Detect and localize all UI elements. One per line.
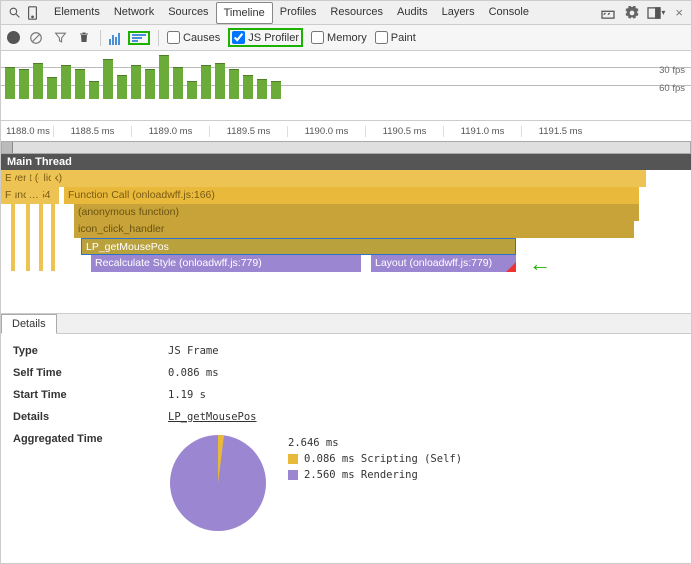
selftime-value: 0.086 ms <box>168 367 219 379</box>
overview-pane[interactable]: 30 fps 60 fps <box>1 51 691 121</box>
details-panel: TypeJS Frame Self Time0.086 ms Start Tim… <box>1 334 691 544</box>
memory-checkbox[interactable]: Memory <box>311 31 367 44</box>
devtools-tab-bar: Elements Network Sources Timeline Profil… <box>1 1 691 25</box>
tab-layers[interactable]: Layers <box>435 2 482 24</box>
tab-resources[interactable]: Resources <box>323 2 390 24</box>
js-profiler-label: JS Profiler <box>248 32 299 44</box>
view-bars-icon[interactable] <box>109 31 120 45</box>
swatch-scripting <box>288 454 298 464</box>
causes-checkbox[interactable]: Causes <box>167 31 220 44</box>
causes-label: Causes <box>183 32 220 44</box>
js-profiler-highlight: JS Profiler <box>228 28 303 47</box>
time-ruler: 1188.0 ms1188.5 ms1189.0 ms1189.5 ms1190… <box>1 121 691 141</box>
device-icon[interactable] <box>23 4 41 22</box>
memory-label: Memory <box>327 32 367 44</box>
legend-rendering: 2.560 ms Rendering <box>304 469 418 481</box>
tab-audits[interactable]: Audits <box>390 2 435 24</box>
overview-scrubber[interactable] <box>1 141 691 154</box>
overview-chart <box>5 53 315 99</box>
flame-layout[interactable]: Layout (onloadwff.js:779) <box>371 255 516 272</box>
flame-event-click[interactable]: Event (click) <box>1 170 646 187</box>
paint-checkbox[interactable]: Paint <box>375 31 416 44</box>
legend-scripting: 0.086 ms Scripting (Self) <box>304 453 462 465</box>
flame-anon[interactable]: (anonymous function) <box>74 204 639 221</box>
flame-recalc-style[interactable]: Recalculate Style (onloadwff.js:779) <box>91 255 361 272</box>
flame-function-call[interactable]: Function Call (onloadwff.js:166) <box>64 187 639 204</box>
details-tab[interactable]: Details <box>1 314 57 334</box>
flame-lp-getmousepos[interactable]: LP_getMousePos <box>81 238 516 255</box>
fps-60-label: 60 fps <box>659 83 685 101</box>
fps-30-label: 30 fps <box>659 65 685 83</box>
aggregated-pie-chart <box>168 433 268 533</box>
clear-icon[interactable] <box>28 30 44 46</box>
warning-triangle-icon <box>506 262 516 272</box>
details-link[interactable]: LP_getMousePos <box>168 411 257 423</box>
close-icon[interactable]: × <box>671 5 687 20</box>
search-icon[interactable] <box>5 4 23 22</box>
starttime-value: 1.19 s <box>168 389 206 401</box>
js-profiler-checkbox[interactable]: JS Profiler <box>232 31 299 44</box>
selftime-key: Self Time <box>13 367 168 379</box>
timeline-toolbar: Causes JS Profiler Memory Paint <box>1 25 691 51</box>
pie-legend: 2.646 ms 0.086 ms Scripting (Self) 2.560… <box>288 433 462 485</box>
swatch-rendering <box>288 470 298 480</box>
aggtime-key: Aggregated Time <box>13 433 168 445</box>
paint-label: Paint <box>391 32 416 44</box>
callout-arrow-icon: ← <box>529 251 551 277</box>
flame-chart[interactable]: Main Thread Event (click) Func…54) Funct… <box>1 154 691 314</box>
filter-icon[interactable] <box>52 30 68 46</box>
type-value: JS Frame <box>168 345 219 357</box>
details-tab-bar: Details <box>1 314 691 334</box>
tab-elements[interactable]: Elements <box>47 2 107 24</box>
dock-icon[interactable]: ▾ <box>647 4 665 22</box>
trash-icon[interactable] <box>76 30 92 46</box>
tab-console[interactable]: Console <box>482 2 536 24</box>
type-key: Type <box>13 345 168 357</box>
drawer-icon[interactable] <box>599 4 617 22</box>
main-thread-header: Main Thread <box>1 154 691 170</box>
record-button[interactable] <box>7 31 20 44</box>
details-key: Details <box>13 411 168 423</box>
view-flame-icon[interactable] <box>128 31 150 45</box>
legend-total: 2.646 ms <box>288 437 339 449</box>
tab-profiles[interactable]: Profiles <box>273 2 324 24</box>
tab-timeline[interactable]: Timeline <box>216 2 273 24</box>
gear-icon[interactable] <box>623 4 641 22</box>
tab-network[interactable]: Network <box>107 2 161 24</box>
starttime-key: Start Time <box>13 389 168 401</box>
panel-tabs: Elements Network Sources Timeline Profil… <box>47 2 536 24</box>
flame-icon-click[interactable]: icon_click_handler <box>74 221 634 238</box>
tab-sources[interactable]: Sources <box>161 2 215 24</box>
